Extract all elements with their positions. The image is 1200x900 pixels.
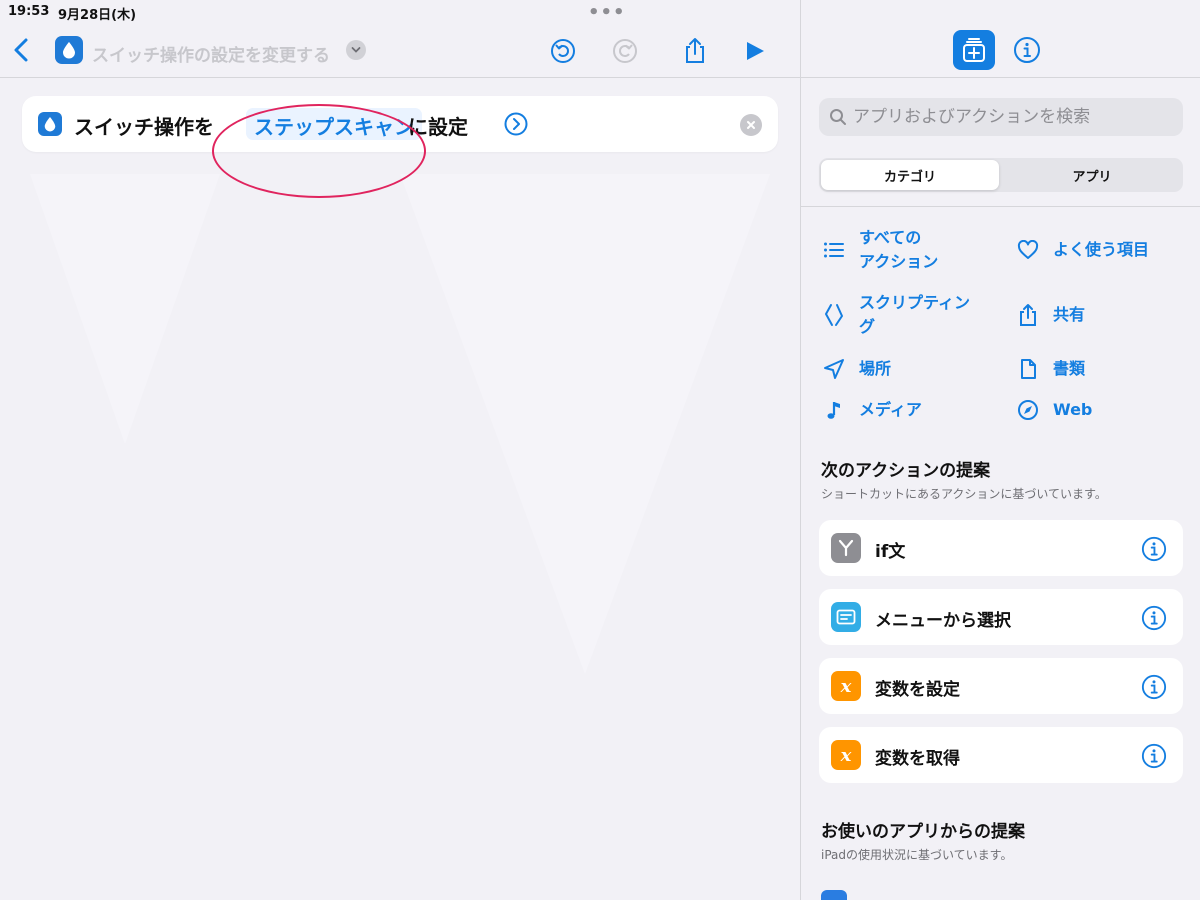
- accessibility-app-icon: [38, 112, 62, 136]
- drop-icon: [63, 42, 75, 59]
- if-branch-icon: [831, 533, 861, 563]
- action-library-pane: カテゴリ アプリ すべての アクション よく使う項目 スクリプティン グ: [800, 0, 1200, 900]
- suggestion-label: メニューから選択: [875, 611, 1011, 631]
- close-icon: [747, 121, 755, 129]
- title-menu-button[interactable]: [346, 40, 366, 60]
- variable-icon: x: [831, 740, 861, 770]
- undo-icon: [551, 39, 575, 63]
- category-label: 書類: [1053, 359, 1086, 378]
- list-icon: [821, 237, 847, 263]
- music-note-icon: [821, 397, 847, 423]
- app-suggestions-title: お使いのアプリからの提案: [821, 822, 1025, 842]
- next-actions-subtitle: ショートカットにあるアクションに基づいています。: [821, 487, 1107, 501]
- menu-icon: [831, 602, 861, 632]
- action-library-icon: [963, 38, 985, 62]
- category-label: 共有: [1053, 305, 1086, 324]
- suggestion-label: 変数を取得: [875, 749, 960, 769]
- action-card-set-switch-control[interactable]: スイッチ操作を ステップスキャン に設定: [22, 96, 778, 152]
- category-favorites[interactable]: よく使う項目: [1015, 226, 1149, 274]
- segment-categories[interactable]: カテゴリ: [821, 160, 999, 190]
- chevron-down-icon: [351, 47, 361, 53]
- info-icon: [1014, 37, 1040, 63]
- action-suffix: に設定: [408, 115, 468, 139]
- chevron-circle-right-icon: [504, 112, 528, 136]
- run-button[interactable]: [740, 36, 770, 66]
- redo-button[interactable]: [610, 36, 640, 66]
- suggestion-info-button[interactable]: [1141, 674, 1167, 700]
- suggestion-set-variable[interactable]: x 変数を設定: [819, 658, 1183, 714]
- remove-action-button[interactable]: [740, 114, 762, 136]
- status-date: 9月28日(木): [58, 8, 137, 23]
- divider: [801, 206, 1200, 207]
- redo-icon: [613, 39, 637, 63]
- share-icon: [686, 38, 704, 63]
- suggestion-get-variable[interactable]: x 変数を取得: [819, 727, 1183, 783]
- expand-action-button[interactable]: [504, 112, 528, 136]
- background-decoration: [30, 174, 770, 674]
- next-actions-title: 次のアクションの提案: [821, 461, 991, 481]
- category-label: メディア: [859, 400, 922, 419]
- category-sharing[interactable]: 共有: [1015, 291, 1085, 339]
- category-label: スクリプティン グ: [859, 293, 971, 336]
- action-library-tab[interactable]: [953, 30, 995, 70]
- share-button[interactable]: [680, 36, 710, 66]
- category-scripting[interactable]: スクリプティン グ: [821, 291, 970, 339]
- scan-mode-parameter[interactable]: ステップスキャン: [246, 108, 422, 140]
- multitasking-dots-icon[interactable]: •••: [588, 2, 626, 23]
- category-label: 場所: [859, 359, 892, 378]
- info-icon: [1141, 743, 1167, 769]
- app-suggestion-partial[interactable]: [819, 884, 1183, 900]
- library-toolbar: [801, 24, 1200, 78]
- search-box[interactable]: [819, 98, 1183, 136]
- editor-toolbar: スイッチ操作の設定を変更する: [0, 24, 800, 78]
- suggestion-info-button[interactable]: [1141, 536, 1167, 562]
- back-button[interactable]: [10, 36, 34, 64]
- suggestion-info-button[interactable]: [1141, 743, 1167, 769]
- share-icon: [1015, 302, 1041, 328]
- app-icon: [821, 890, 847, 900]
- scripting-icon: [821, 302, 847, 328]
- info-icon: [1141, 674, 1167, 700]
- app-suggestions-subtitle: iPadの使用状況に基づいています。: [821, 848, 1013, 862]
- details-tab[interactable]: [1013, 36, 1041, 64]
- library-segmented-control: カテゴリ アプリ: [819, 158, 1183, 192]
- action-prefix: スイッチ操作を: [74, 115, 214, 139]
- search-input[interactable]: [853, 98, 1173, 136]
- document-icon: [1015, 356, 1041, 382]
- drop-icon: [44, 117, 56, 132]
- play-icon: [747, 42, 764, 60]
- category-label: すべての アクション: [859, 228, 939, 271]
- location-arrow-icon: [821, 356, 847, 382]
- category-web[interactable]: Web: [1015, 386, 1092, 434]
- category-label: よく使う項目: [1053, 240, 1150, 259]
- info-icon: [1141, 536, 1167, 562]
- search-icon: [830, 109, 846, 125]
- variable-icon: x: [831, 671, 861, 701]
- shortcut-title[interactable]: スイッチ操作の設定を変更する: [92, 41, 330, 66]
- chevron-left-icon: [14, 38, 28, 62]
- editor-pane: スイッチ操作の設定を変更する スイッチ操作を ステップスキャン に設定: [0, 24, 800, 900]
- suggestion-if[interactable]: if文: [819, 520, 1183, 576]
- suggestion-info-button[interactable]: [1141, 605, 1167, 631]
- shortcut-icon[interactable]: [55, 36, 83, 64]
- undo-button[interactable]: [548, 36, 578, 66]
- category-label: Web: [1053, 400, 1093, 419]
- suggestion-label: 変数を設定: [875, 680, 960, 700]
- status-time: 19:53: [8, 4, 50, 19]
- compass-icon: [1015, 397, 1041, 423]
- suggestion-choose-from-menu[interactable]: メニューから選択: [819, 589, 1183, 645]
- category-all-actions[interactable]: すべての アクション: [821, 226, 938, 274]
- segment-apps[interactable]: アプリ: [1003, 160, 1181, 190]
- heart-icon: [1015, 237, 1041, 263]
- suggestion-label: if文: [875, 542, 906, 562]
- info-icon: [1141, 605, 1167, 631]
- category-media[interactable]: メディア: [821, 386, 922, 434]
